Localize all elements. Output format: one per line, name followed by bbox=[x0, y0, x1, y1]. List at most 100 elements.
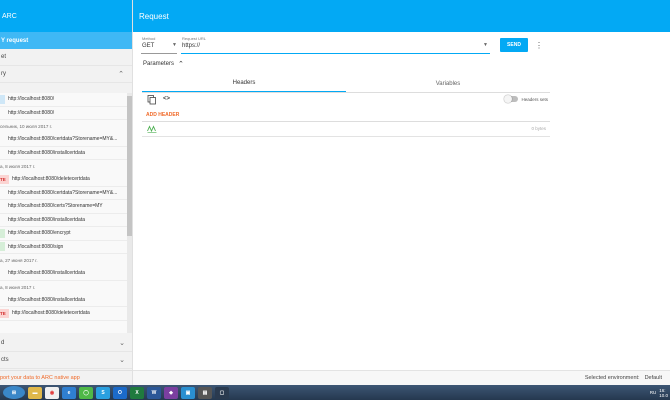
app-icon[interactable]: ◯ bbox=[79, 386, 93, 399]
headers-editor-row[interactable]: 0 bytes bbox=[142, 122, 550, 137]
history-item-url: http://localhost:8080/installcertdata bbox=[8, 149, 85, 156]
url-panel: Method GET ▼ Request URL https:// ▼ SEND… bbox=[141, 34, 551, 56]
history-item[interactable]: TE http://localhost:8080/deletecertdata bbox=[0, 173, 132, 187]
sidebar-item-label: et bbox=[1, 54, 7, 60]
body-size: 0 bytes bbox=[531, 126, 546, 131]
sidebar-item-label: d bbox=[1, 340, 5, 346]
scrollbar-thumb[interactable] bbox=[127, 96, 132, 236]
headers-sets-toggle[interactable]: Headers sets bbox=[504, 95, 548, 103]
page-title: Request bbox=[139, 11, 169, 21]
app-icon[interactable]: ▤ bbox=[198, 386, 212, 399]
export-promo-link[interactable]: port your data to ARC native app bbox=[0, 370, 132, 385]
tray-date: 10.0 bbox=[659, 392, 668, 398]
method-badge bbox=[0, 202, 5, 211]
chevron-up-icon[interactable]: ⌃ bbox=[118, 70, 124, 78]
url-label: Request URL bbox=[182, 36, 207, 41]
history-item-url: http://localhost:8080/ bbox=[8, 109, 55, 116]
app-icon[interactable]: ▣ bbox=[181, 386, 195, 399]
tab-variables[interactable]: Variables bbox=[346, 74, 550, 93]
history-item-url: http://localhost:8080/certdata?Storename… bbox=[8, 189, 118, 196]
status-bar: Selected environment: Default bbox=[133, 370, 670, 385]
history-item-url: http://localhost:8080/installcertdata bbox=[8, 216, 85, 223]
environment-label: Selected environment: bbox=[584, 375, 640, 381]
system-tray: RU 16: 10.0 bbox=[650, 386, 668, 399]
os-taskbar: ⊞ ▬ ◉ e ◯ S O X W ◆ ▣ ▤ ▢ RU 16: 10.0 bbox=[0, 385, 670, 400]
method-badge bbox=[0, 228, 5, 238]
tray-clock[interactable]: 16: 10.0 bbox=[659, 388, 668, 398]
main-header: Request bbox=[133, 0, 670, 32]
start-button-icon[interactable]: ⊞ bbox=[3, 386, 25, 399]
app-title: ARC bbox=[2, 12, 17, 20]
history-date-header: сельник, 10 июля 2017 г. bbox=[0, 124, 53, 129]
history-item[interactable]: http://localhost:8080/certdata?Storename… bbox=[0, 187, 132, 200]
tab-headers[interactable]: Headers bbox=[142, 74, 346, 93]
sidebar-item-label: cts bbox=[1, 357, 9, 363]
history-item-url: http://localhost:8080/deletecertdata bbox=[12, 176, 90, 183]
history-item[interactable]: TE http://localhost:8080/deletecertdata bbox=[0, 307, 132, 321]
history-item[interactable]: http://localhost:8080/installcertdata bbox=[0, 267, 132, 281]
code-view-icon[interactable]: <> bbox=[163, 96, 170, 102]
sidebar-item-new-request[interactable]: Y request bbox=[0, 32, 132, 49]
history-item[interactable]: http://localhost:8080/sign bbox=[0, 241, 132, 254]
history-item[interactable]: http://localhost:8080/installcertdata bbox=[0, 147, 132, 160]
sidebar-item-saved[interactable]: et bbox=[0, 49, 132, 66]
send-button[interactable]: SEND bbox=[500, 38, 528, 52]
method-badge bbox=[0, 295, 5, 304]
history-item-url: http://localhost:8080/installcertdata bbox=[8, 270, 85, 277]
history-date-header: а, 8 июля 2017 г. bbox=[0, 164, 36, 169]
sidebar: ARC Y request et ry ⌃ http://localhost:8… bbox=[0, 0, 133, 385]
history-date-header: а, 27 июня 2017 г. bbox=[0, 258, 38, 263]
history-item-url: http://localhost:8080/encrypt bbox=[8, 230, 71, 237]
sidebar-bottom: d ⌄ cts ⌄ bbox=[0, 335, 132, 369]
skype-icon[interactable]: S bbox=[96, 386, 110, 399]
folder-icon[interactable]: ▬ bbox=[28, 386, 42, 399]
environment-selector[interactable]: Default bbox=[645, 375, 662, 381]
parameters-label: Parameters bbox=[143, 61, 175, 67]
method-select[interactable]: Method GET ▼ bbox=[141, 34, 177, 54]
sidebar-item-history[interactable]: ry ⌃ bbox=[0, 66, 132, 83]
export-promo-text: port your data to ARC native app bbox=[0, 375, 80, 381]
history-item-url: http://localhost:8080/certdata?Storename… bbox=[8, 136, 118, 143]
history-item[interactable]: http://localhost:8080/installcertdata bbox=[0, 294, 132, 307]
history-item[interactable]: http://localhost:8080/ bbox=[0, 107, 132, 120]
method-badge bbox=[0, 242, 5, 252]
outlook-icon[interactable]: O bbox=[113, 386, 127, 399]
chevron-down-icon[interactable]: ⌄ bbox=[119, 339, 125, 347]
chevron-down-icon[interactable]: ⌄ bbox=[119, 356, 125, 364]
sidebar-item-projects[interactable]: cts ⌄ bbox=[0, 352, 132, 369]
app-icon[interactable]: ◆ bbox=[164, 386, 178, 399]
history-item[interactable]: http://localhost:8080/installcertdata bbox=[0, 214, 132, 227]
sidebar-item-collapsed-1[interactable]: d ⌄ bbox=[0, 335, 132, 352]
chevron-up-icon: ⌃ bbox=[178, 61, 184, 68]
tabs-divider bbox=[142, 92, 550, 93]
add-header-button[interactable]: ADD HEADER bbox=[146, 112, 179, 118]
toggle-switch[interactable] bbox=[504, 95, 519, 103]
history-item[interactable]: http://localhost:8080/certdata?Storename… bbox=[0, 133, 132, 147]
history-item-url: http://localhost:8080/certs?Storename=MY bbox=[8, 203, 103, 210]
history-item[interactable]: http://localhost:8080/ bbox=[0, 93, 132, 107]
word-icon[interactable]: W bbox=[147, 386, 161, 399]
parameters-toggle[interactable]: Parameters ⌃ bbox=[143, 60, 184, 68]
history-item-url: http://localhost:8080/installcertdata bbox=[8, 296, 85, 303]
excel-icon[interactable]: X bbox=[130, 386, 144, 399]
sidebar-item-label: Y request bbox=[1, 37, 29, 44]
url-value: https:// bbox=[182, 43, 201, 49]
history-item-url: http://localhost:8080/ bbox=[8, 96, 55, 103]
copy-icon[interactable] bbox=[147, 95, 157, 105]
method-label: Method bbox=[142, 36, 156, 41]
app-icon[interactable]: ▢ bbox=[215, 386, 229, 399]
sidebar-header: ARC bbox=[0, 0, 132, 32]
url-input[interactable]: Request URL https:// ▼ bbox=[181, 34, 490, 54]
more-options-button[interactable]: ⋮ bbox=[534, 38, 544, 52]
history-item[interactable]: http://localhost:8080/certs?Storename=MY bbox=[0, 200, 132, 214]
method-badge: TE bbox=[0, 308, 9, 318]
dropdown-arrow-icon[interactable]: ▼ bbox=[483, 42, 488, 48]
tray-lang[interactable]: RU bbox=[650, 390, 657, 395]
dropdown-arrow-icon: ▼ bbox=[172, 42, 177, 48]
history-item[interactable]: http://localhost:8080/encrypt bbox=[0, 227, 132, 241]
headers-sets-label: Headers sets bbox=[521, 96, 548, 102]
history-list: http://localhost:8080/http://localhost:8… bbox=[0, 93, 132, 333]
history-scrollbar[interactable] bbox=[127, 93, 132, 333]
chrome-icon[interactable]: ◉ bbox=[45, 386, 59, 399]
ie-icon[interactable]: e bbox=[62, 386, 76, 399]
